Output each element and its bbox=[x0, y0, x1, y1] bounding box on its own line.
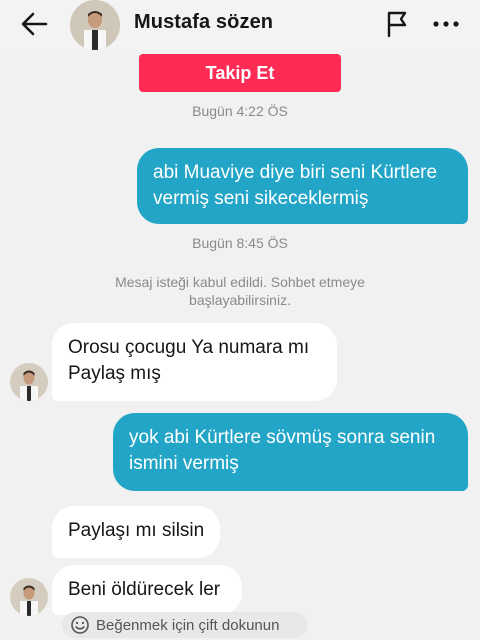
incoming-message[interactable]: Orosu çocugu Ya numara mı Paylaş mış bbox=[52, 323, 337, 401]
profile-photo-icon bbox=[10, 578, 48, 616]
double-tap-like-hint: Beğenmek için çift dokunun bbox=[62, 612, 308, 638]
follow-button[interactable]: Takip Et bbox=[139, 54, 341, 92]
message-text: Paylaşı mı silsin bbox=[68, 520, 205, 541]
contact-name[interactable]: Mustafa sözen bbox=[134, 11, 273, 34]
message-text: vermiş seni sikeceklermiş bbox=[153, 188, 369, 209]
outgoing-message[interactable]: abi Muaviye diye biri seni Kürtlere verm… bbox=[137, 148, 468, 224]
incoming-message[interactable]: Beni öldürecek ler bbox=[52, 565, 242, 615]
flag-icon bbox=[387, 11, 407, 38]
system-message: Mesaj isteği kabul edildi. Sohbet etmeye… bbox=[60, 273, 420, 309]
timestamp: Bugün 8:45 ÖS bbox=[192, 235, 288, 251]
contact-avatar[interactable] bbox=[70, 0, 120, 50]
message-text: Orosu çocugu Ya numara mı bbox=[68, 337, 310, 358]
incoming-message[interactable]: Paylaşı mı silsin bbox=[52, 506, 220, 558]
system-message-line: başlayabilirsiniz. bbox=[189, 292, 291, 308]
profile-photo-icon bbox=[70, 0, 120, 50]
message-text: ismini vermiş bbox=[129, 453, 239, 474]
timestamp: Bugün 4:22 ÖS bbox=[192, 103, 288, 119]
sender-avatar[interactable] bbox=[10, 578, 48, 616]
like-hint-text: Beğenmek için çift dokunun bbox=[96, 616, 280, 634]
outgoing-message[interactable]: yok abi Kürtlere sövmüş sonra senin ismi… bbox=[113, 413, 468, 491]
message-text: yok abi Kürtlere sövmüş sonra senin bbox=[129, 427, 436, 448]
profile-photo-icon bbox=[10, 363, 48, 401]
smiley-icon bbox=[71, 616, 89, 634]
sender-avatar[interactable] bbox=[10, 363, 48, 401]
more-horizontal-icon bbox=[433, 21, 459, 27]
back-button[interactable] bbox=[16, 8, 52, 40]
report-button[interactable] bbox=[382, 8, 412, 40]
system-message-line: Mesaj isteği kabul edildi. Sohbet etmeye bbox=[115, 274, 365, 290]
message-text: Paylaş mış bbox=[68, 363, 161, 384]
chat-header: Mustafa sözen bbox=[0, 0, 480, 50]
message-text: abi Muaviye diye biri seni Kürtlere bbox=[153, 162, 438, 183]
more-options-button[interactable] bbox=[428, 8, 464, 40]
message-text: Beni öldürecek ler bbox=[68, 579, 221, 600]
arrow-left-icon bbox=[21, 12, 48, 36]
